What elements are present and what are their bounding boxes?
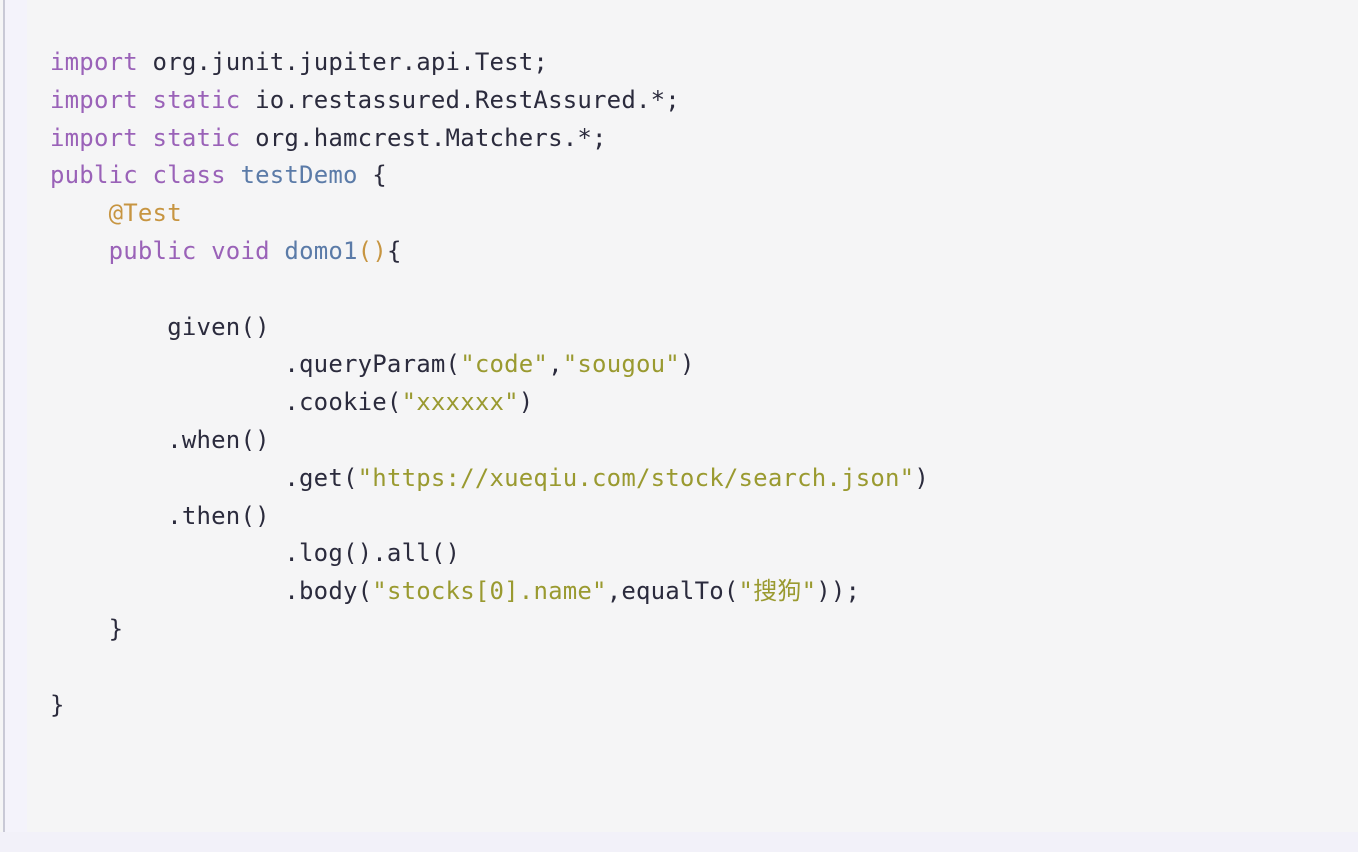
code-token-keyword: import xyxy=(50,48,138,76)
code-line[interactable]: public void domo1(){ xyxy=(0,233,1358,271)
code-line[interactable]: .log().all() xyxy=(0,535,1358,573)
code-token-string: " xyxy=(738,577,754,606)
code-line[interactable]: .get("https://xueqiu.com/stock/search.js… xyxy=(0,460,1358,498)
code-line[interactable] xyxy=(0,271,1358,309)
code-token-plain: ) xyxy=(914,463,929,492)
code-token-plain: .log().all() xyxy=(50,539,461,568)
code-token-keyword: public class xyxy=(50,161,226,190)
code-line[interactable]: @Test xyxy=(0,195,1358,233)
code-token-annotation: @Test xyxy=(108,199,182,228)
code-token-plain: , xyxy=(548,350,563,379)
code-token-plain: ,equalTo( xyxy=(606,577,739,606)
code-token-plain: io.restassured.RestAssured.*; xyxy=(240,85,680,114)
code-block[interactable]: import org.junit.jupiter.api.Test; import… xyxy=(0,0,1358,724)
code-token-plain: given() xyxy=(50,312,270,341)
code-token-string: " xyxy=(801,577,817,606)
code-token-plain: { xyxy=(357,161,387,190)
code-line[interactable] xyxy=(0,649,1358,687)
code-line[interactable]: public class testDemo { xyxy=(0,157,1358,195)
code-token-cjk: 搜狗 xyxy=(753,577,802,606)
code-token-plain: org.hamcrest.Matchers.*; xyxy=(240,123,607,152)
code-token-plain: .queryParam( xyxy=(50,350,461,379)
code-line[interactable]: given() xyxy=(0,309,1358,347)
code-token-plain: } xyxy=(50,614,124,643)
code-token-plain: ) xyxy=(679,350,695,379)
code-token-string: "sougou" xyxy=(562,350,680,379)
code-token-keyword: import static xyxy=(50,123,241,152)
code-line[interactable]: .when() xyxy=(0,422,1358,460)
code-token-plain: .then() xyxy=(50,501,270,530)
code-line[interactable]: .body("stocks[0].name",equalTo("搜狗")); xyxy=(0,573,1358,611)
code-token-plain: .body( xyxy=(50,577,373,606)
code-token-plain: .cookie( xyxy=(50,388,402,417)
code-line[interactable]: import org.junit.jupiter.api.Test; xyxy=(0,44,1358,82)
code-token-string: "xxxxxx" xyxy=(401,388,519,417)
code-screenshot: import org.junit.jupiter.api.Test; import… xyxy=(0,0,1358,852)
code-token-string: "https://xueqiu.com/stock/search.json" xyxy=(357,463,915,492)
code-token-plain: ) xyxy=(518,388,534,417)
code-token-plain: .when() xyxy=(50,425,270,454)
code-token-plain: { xyxy=(386,236,402,265)
code-token-string: "code" xyxy=(460,350,549,379)
code-line[interactable]: import static io.restassured.RestAssured… xyxy=(0,82,1358,120)
code-line[interactable]: import static org.hamcrest.Matchers.*; xyxy=(0,120,1358,158)
code-token-keyword: public void xyxy=(108,236,270,265)
code-token-string: "stocks[0].name" xyxy=(372,577,607,606)
code-token-type: testDemo xyxy=(240,161,358,190)
code-token-plain: org.junit.jupiter.api.Test; xyxy=(137,48,549,76)
code-token-plain: )); xyxy=(816,577,861,606)
code-line[interactable]: .then() xyxy=(0,498,1358,536)
code-token-type: domo1 xyxy=(284,236,358,265)
code-token-punctuation: () xyxy=(357,236,387,265)
code-token-plain: .get( xyxy=(50,463,358,492)
code-token-keyword: import static xyxy=(50,85,241,114)
code-line[interactable]: } xyxy=(0,611,1358,649)
code-line[interactable]: .queryParam("code","sougou") xyxy=(0,346,1358,384)
code-line[interactable]: .cookie("xxxxxx") xyxy=(0,384,1358,422)
code-line[interactable]: } xyxy=(0,687,1358,725)
code-token-plain: } xyxy=(50,690,65,719)
bottom-edge-band xyxy=(0,832,1358,852)
